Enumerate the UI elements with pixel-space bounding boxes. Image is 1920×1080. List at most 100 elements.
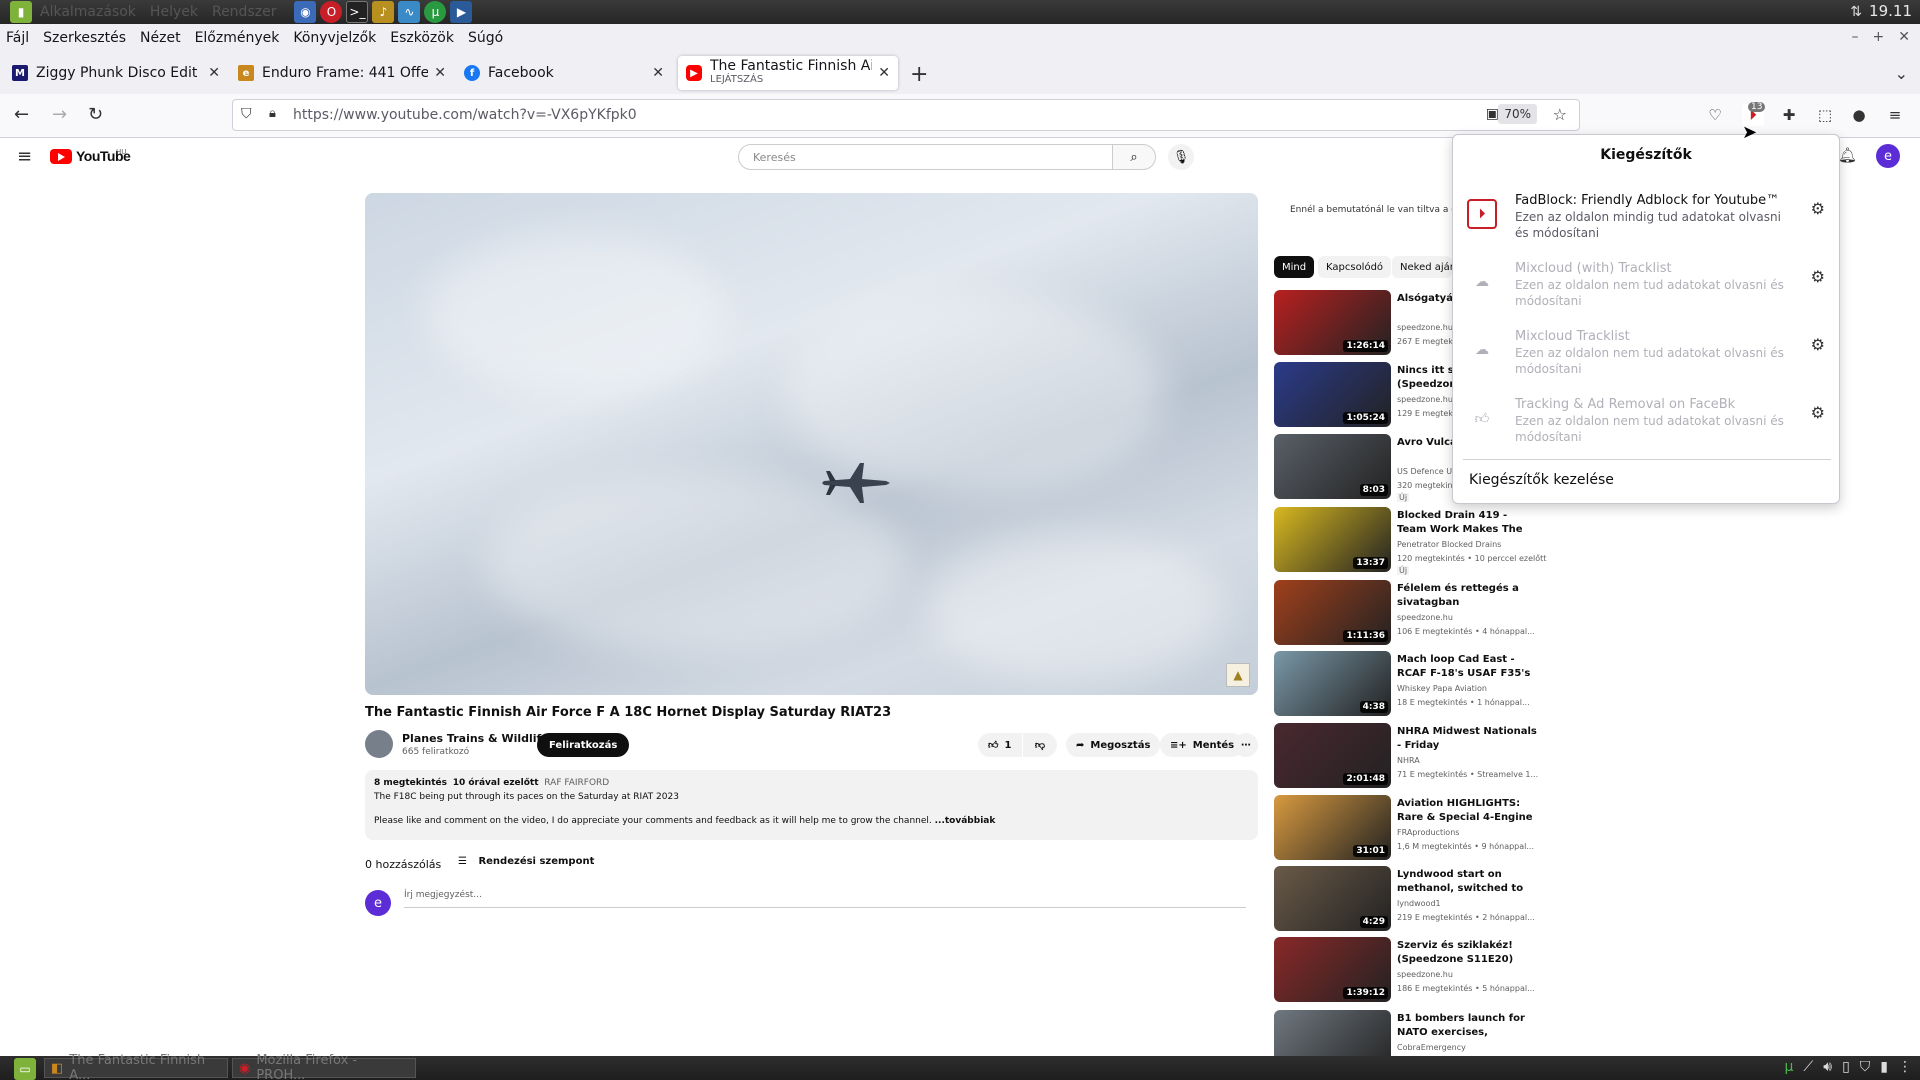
- firefox-launcher-icon[interactable]: ◉: [294, 1, 317, 23]
- save-button[interactable]: ≡+ Mentés: [1160, 733, 1245, 757]
- address-bar[interactable]: ⛉ 🔒︎ https://www.youtube.com/watch?v=-VX…: [232, 99, 1580, 131]
- video-thumbnail[interactable]: 2:01:48: [1274, 723, 1391, 788]
- zoom-level-badge[interactable]: 70%: [1498, 104, 1537, 124]
- menu-bookmarks[interactable]: Könyvjelzők: [293, 30, 376, 46]
- recommendation-channel[interactable]: Penetrator Blocked Drains: [1397, 540, 1501, 549]
- battery-icon[interactable]: ▮: [1880, 1059, 1888, 1075]
- tab-ziggy-phunk[interactable]: M Ziggy Phunk Disco Edit - my ✕: [4, 56, 228, 90]
- avatar[interactable]: e: [1876, 144, 1900, 168]
- video-thumbnail[interactable]: 1:26:14: [1274, 290, 1391, 355]
- channel-avatar[interactable]: [365, 730, 393, 758]
- video-thumbnail[interactable]: 8:03: [1274, 434, 1391, 499]
- extensions-icon[interactable]: ⬚: [1814, 104, 1836, 126]
- lock-icon[interactable]: 🔒︎: [269, 106, 276, 121]
- subscribe-button[interactable]: Feliratkozás: [537, 733, 630, 757]
- video-thumbnail[interactable]: 1:11:36: [1274, 580, 1391, 645]
- clipboard-icon[interactable]: ▯: [1842, 1059, 1850, 1075]
- tab-facebook[interactable]: f Facebook ✕: [456, 56, 672, 90]
- gear-icon[interactable]: ⚙: [1811, 267, 1825, 286]
- recommendation-channel[interactable]: lyndwood1: [1397, 899, 1441, 908]
- recommendation-title[interactable]: Szerviz és sziklakéz! (Speedzone S11E20): [1397, 939, 1539, 967]
- network-tray-icon[interactable]: ⟋: [1803, 1059, 1813, 1075]
- notifications-bell-icon[interactable]: 🔔︎: [1838, 146, 1857, 164]
- taskbar-item-firefox[interactable]: ◉ Mozilla Firefox - PROH...: [232, 1053, 416, 1080]
- dislike-button[interactable]: 👎︎: [1023, 733, 1057, 757]
- gear-icon[interactable]: ⚙: [1811, 403, 1825, 422]
- search-input[interactable]: Keresés: [738, 144, 1114, 170]
- show-desktop-icon[interactable]: ▭: [14, 1058, 36, 1080]
- location-tag[interactable]: RAF FAIRFORD: [544, 778, 609, 788]
- video-thumbnail[interactable]: 1:39:12: [1274, 937, 1391, 1002]
- os-menu-applications[interactable]: Alkalmazások: [40, 4, 136, 20]
- close-tab-icon[interactable]: ✕: [878, 65, 890, 81]
- close-window-icon[interactable]: ✕: [1898, 29, 1910, 45]
- pocket-icon[interactable]: ♡: [1704, 104, 1726, 126]
- close-tab-icon[interactable]: ✕: [652, 65, 664, 81]
- channel-watermark-icon[interactable]: ▲: [1226, 663, 1250, 687]
- recommendation-title[interactable]: Félelem és rettegés a sivatagban (Speedz…: [1397, 582, 1539, 610]
- recommendation-channel[interactable]: FRAproductions: [1397, 828, 1459, 837]
- recommendation-channel[interactable]: speedzone.hu: [1397, 323, 1453, 332]
- chip-all[interactable]: Mind: [1274, 256, 1315, 278]
- menu-file[interactable]: Fájl: [6, 30, 29, 46]
- recommendation-channel[interactable]: speedzone.hu: [1397, 970, 1453, 979]
- recommendation-channel[interactable]: speedzone.hu: [1397, 395, 1453, 404]
- mint-menu-icon[interactable]: ▮: [10, 1, 32, 23]
- profile-color-icon[interactable]: ●: [1848, 104, 1870, 126]
- more-actions-button[interactable]: ⋯: [1234, 733, 1258, 757]
- recommendation-channel[interactable]: NHRA: [1397, 756, 1420, 765]
- gear-icon[interactable]: ⚙: [1811, 199, 1825, 218]
- media-player-launcher-icon[interactable]: ▶: [450, 1, 473, 23]
- video-thumbnail[interactable]: 1:05:24: [1274, 362, 1391, 427]
- chip-related[interactable]: Kapcsolódó: [1318, 256, 1392, 278]
- forward-icon[interactable]: →: [52, 104, 67, 125]
- terminal-launcher-icon[interactable]: >_: [346, 1, 369, 23]
- menu-tools[interactable]: Eszközök: [390, 30, 454, 46]
- video-player[interactable]: [365, 193, 1258, 695]
- recommendation-item[interactable]: 2:01:48 NHRA Midwest Nationals - Friday NH…: [1274, 723, 1539, 789]
- recommendation-item[interactable]: 4:38 Mach loop Cad East - RCAF F-18's USA…: [1274, 651, 1539, 717]
- bookmark-star-icon[interactable]: ☆: [1553, 105, 1567, 124]
- new-tab-button[interactable]: +: [910, 62, 928, 87]
- close-tab-icon[interactable]: ✕: [208, 65, 220, 81]
- menu-help[interactable]: Súgó: [468, 30, 503, 46]
- menu-history[interactable]: Előzmények: [195, 30, 280, 46]
- close-tab-icon[interactable]: ✕: [434, 65, 446, 81]
- os-menu-places[interactable]: Helyek: [150, 4, 198, 20]
- recommendation-title[interactable]: Aviation HIGHLIGHTS: Rare & Special 4-En…: [1397, 797, 1539, 825]
- app-menu-icon[interactable]: ≡: [1884, 104, 1906, 126]
- video-thumbnail[interactable]: 31:01: [1274, 795, 1391, 860]
- extension-item-fadblock[interactable]: ⏵ FadBlock: Friendly Adblock for Youtube…: [1467, 191, 1827, 255]
- guide-menu-icon[interactable]: ≡: [17, 146, 32, 167]
- picture-in-picture-icon[interactable]: ▣: [1486, 106, 1499, 122]
- comment-input[interactable]: Írj megjegyzést...: [404, 890, 1246, 908]
- channel-name[interactable]: Planes Trains & Wildlife: [402, 732, 549, 745]
- menu-edit[interactable]: Szerkesztés: [43, 30, 126, 46]
- extension-item-mixcloud-tracklist[interactable]: ☁ Mixcloud Tracklist Ezen az oldalon nem…: [1467, 327, 1827, 391]
- extension-item-mixcloud-with-tracklist[interactable]: ☁ Mixcloud (with) Tracklist Ezen az olda…: [1467, 259, 1827, 323]
- minimize-icon[interactable]: –: [1852, 29, 1859, 45]
- show-more-link[interactable]: ...továbbiak: [935, 816, 996, 826]
- monitor-launcher-icon[interactable]: ∿: [398, 1, 421, 23]
- video-thumbnail[interactable]: 13:37: [1274, 507, 1391, 572]
- tab-youtube-active[interactable]: ▶ The Fantastic Finnish Air Fo LEJÁTSZÁS…: [678, 56, 898, 90]
- recommendation-title[interactable]: Lyndwood start on methanol, switched to …: [1397, 868, 1539, 896]
- recommendation-channel[interactable]: Whiskey Papa Aviation: [1397, 684, 1487, 693]
- utorrent-launcher-icon[interactable]: µ: [424, 1, 447, 23]
- manage-extensions-link[interactable]: Kiegészítők kezelése: [1469, 472, 1614, 488]
- maximize-icon[interactable]: +: [1873, 29, 1885, 45]
- tray-handle-icon[interactable]: ⋮: [1898, 1059, 1912, 1075]
- recommendation-title[interactable]: B1 bombers launch for NATO exercises, em…: [1397, 1012, 1539, 1040]
- os-clock[interactable]: 19.11: [1869, 2, 1912, 20]
- gear-icon[interactable]: ⚙: [1811, 335, 1825, 354]
- network-status-icon[interactable]: ⇅: [1850, 4, 1862, 20]
- recommendation-item[interactable]: 31:01 Aviation HIGHLIGHTS: Rare & Special…: [1274, 795, 1539, 861]
- tracking-protection-icon[interactable]: ⛉: [241, 106, 252, 122]
- share-button[interactable]: ➦ Megosztás: [1066, 733, 1161, 757]
- extension-item-facebook-ad-removal[interactable]: 👍︎ Tracking & Ad Removal on FaceBk Ezen …: [1467, 395, 1827, 459]
- recommendation-title[interactable]: Blocked Drain 419 - Team Work Makes The …: [1397, 509, 1539, 537]
- search-button[interactable]: ⌕: [1112, 144, 1156, 170]
- list-all-tabs-icon[interactable]: ⌄: [1895, 64, 1908, 83]
- recommendation-title[interactable]: Mach loop Cad East - RCAF F-18's USAF F3…: [1397, 653, 1539, 681]
- volume-icon[interactable]: 🔊︎: [1823, 1059, 1832, 1075]
